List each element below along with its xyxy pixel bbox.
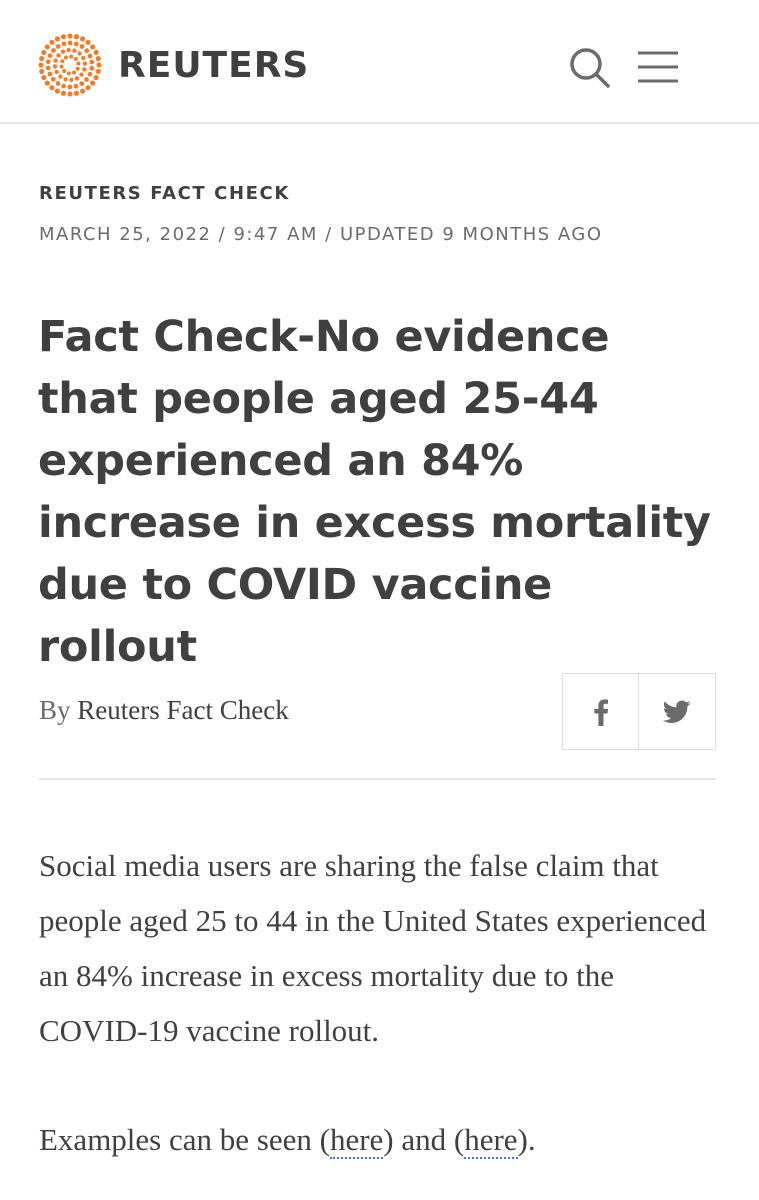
share-buttons	[562, 673, 716, 750]
paragraph-2-middle: ) and (	[383, 1122, 465, 1157]
reuters-logo-icon[interactable]	[38, 33, 102, 97]
section-kicker[interactable]: REUTERS FACT CHECK	[39, 181, 290, 207]
example-link-1[interactable]: here	[329, 1122, 384, 1159]
article-dateline: MARCH 25, 2022 / 9:47 AM / UPDATED 9 MON…	[39, 224, 603, 245]
example-link-2[interactable]: here	[464, 1122, 518, 1159]
hamburger-menu-icon	[638, 51, 678, 83]
site-header: REUTERS	[0, 0, 759, 124]
search-icon	[570, 48, 610, 88]
facebook-icon	[593, 699, 608, 726]
brand-name[interactable]: REUTERS	[118, 40, 309, 92]
twitter-icon	[663, 699, 691, 723]
article-paragraph-2: Examples can be seen (here) and (here).	[39, 1112, 729, 1167]
byline-author[interactable]: Reuters Fact Check	[77, 695, 288, 725]
twitter-share-button[interactable]	[639, 673, 716, 750]
menu-button[interactable]	[636, 48, 680, 86]
article-paragraph-1: Social media users are sharing the false…	[39, 848, 707, 1048]
byline-divider	[39, 778, 716, 780]
facebook-share-button[interactable]	[562, 673, 639, 750]
paragraph-2-lead: Examples can be seen (	[39, 1122, 330, 1157]
byline-prefix: By	[39, 695, 71, 725]
search-button[interactable]	[566, 44, 612, 90]
article-headline: Fact Check-No evidence that people aged …	[38, 312, 711, 672]
article-byline: By Reuters Fact Check	[39, 692, 289, 728]
paragraph-2-tail: ).	[517, 1122, 536, 1157]
